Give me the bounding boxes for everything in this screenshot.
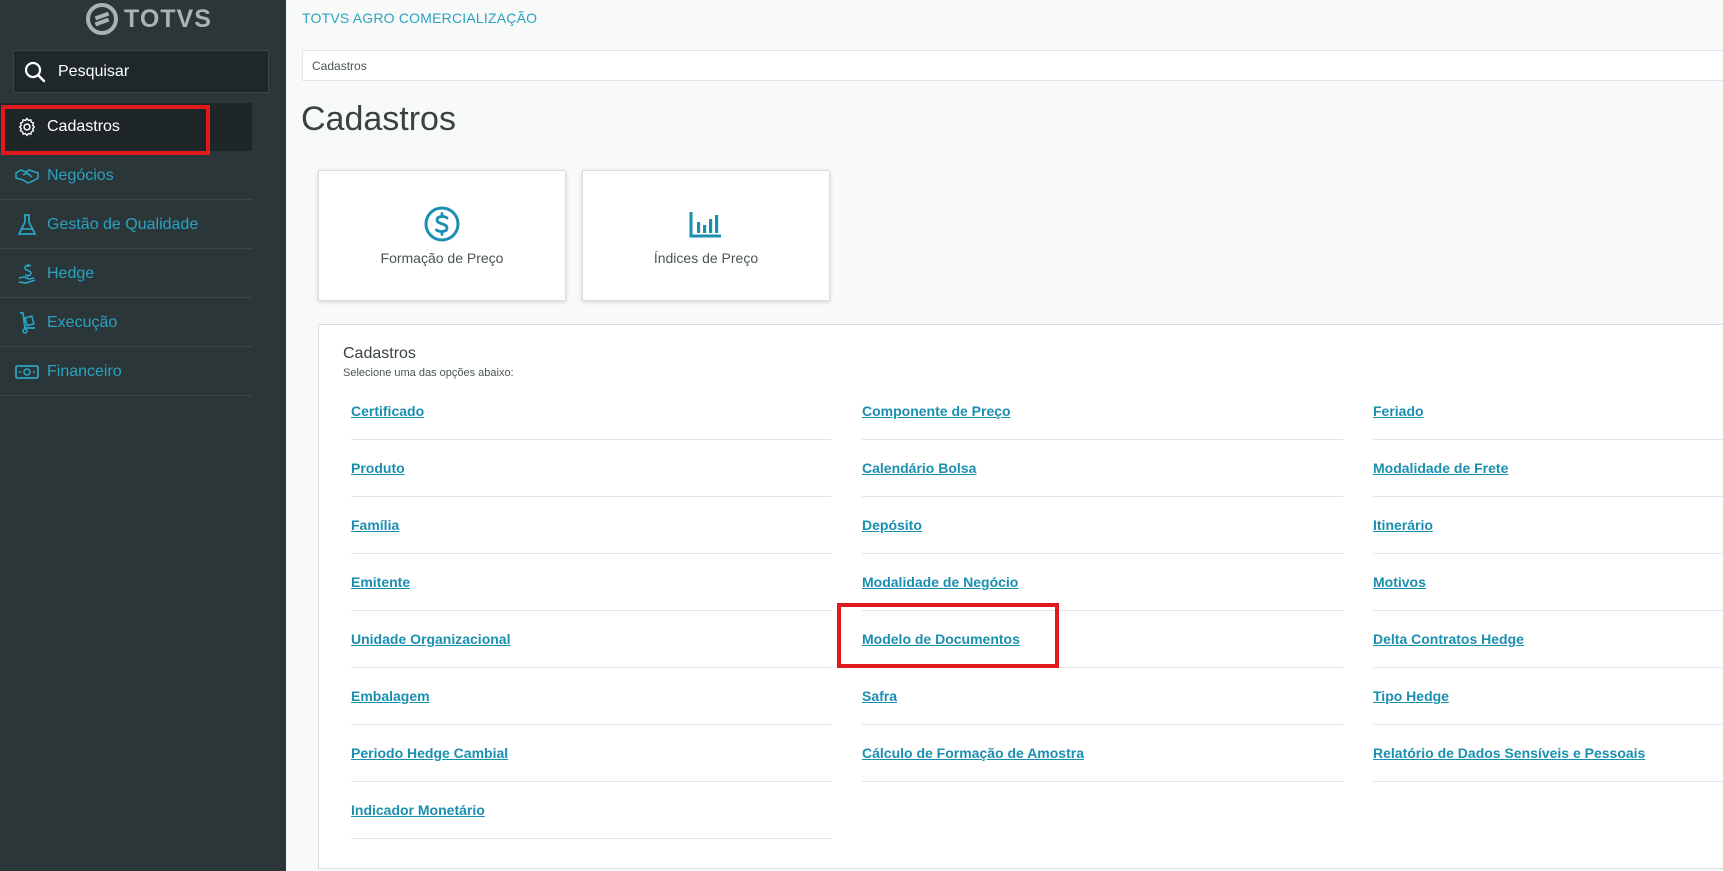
link-emitente[interactable]: Emitente [351,574,410,590]
list-item: Certificado [351,383,831,440]
link-itinerario[interactable]: Itinerário [1373,517,1433,533]
logo-text: TOTVS [124,4,212,33]
link-motivos[interactable]: Motivos [1373,574,1426,590]
sidebar-item-hedge[interactable]: Hedge [0,250,252,298]
link-delta-contratos-hedge[interactable]: Delta Contratos Hedge [1373,631,1524,647]
card-label: Índices de Preço [653,249,759,266]
card-formacao-preco[interactable]: Formação de Preço [318,170,566,301]
sidebar-item-label: Execução [47,313,118,331]
highlight-box-modelo-documentos [837,603,1059,668]
list-item: Família [351,497,831,554]
search-icon [24,61,46,82]
hand-truck-icon [14,311,40,334]
link-modalidade-negocio[interactable]: Modalidade de Negócio [862,574,1018,590]
page-title: Cadastros [301,100,456,138]
sidebar-item-label: Gestão de Qualidade [47,215,199,233]
handshake-icon [14,167,40,185]
search-box[interactable]: Pesquisar [13,50,269,93]
link-componente-preco[interactable]: Componente de Preço [862,403,1011,419]
breadcrumb: Cadastros [302,50,1723,81]
banknote-icon [14,364,40,380]
list-item: Componente de Preço [862,383,1343,440]
list-item: Emitente [351,554,831,611]
highlight-box-cadastros [1,105,210,155]
list-item: Unidade Organizacional [351,611,831,668]
list-item: Feriado [1373,383,1723,440]
link-modalidade-frete[interactable]: Modalidade de Frete [1373,460,1508,476]
list-item: Produto [351,440,831,497]
list-item: Motivos [1373,554,1723,611]
list-item: Calendário Bolsa [862,440,1343,497]
card-indices-preco[interactable]: Índices de Preço [582,170,830,301]
sidebar-item-label: Financeiro [47,362,122,380]
dollar-circle-icon [424,206,460,242]
sidebar-item-gestao-qualidade[interactable]: Gestão de Qualidade [0,201,252,249]
panel-subtitle: Selecione uma das opções abaixo: [343,367,514,379]
list-item: Periodo Hedge Cambial [351,725,831,782]
list-item: Modalidade de Frete [1373,440,1723,497]
list-item: Depósito [862,497,1343,554]
list-item: Delta Contratos Hedge [1373,611,1723,668]
link-calculo-formacao-amostra[interactable]: Cálculo de Formação de Amostra [862,745,1084,761]
link-feriado[interactable]: Feriado [1373,403,1424,419]
link-calendario-bolsa[interactable]: Calendário Bolsa [862,460,976,476]
link-periodo-hedge-cambial[interactable]: Periodo Hedge Cambial [351,745,508,761]
link-embalagem[interactable]: Embalagem [351,688,430,704]
list-item: Safra [862,668,1343,725]
cadastros-panel: Cadastros Selecione uma das opções abaix… [318,324,1723,869]
breadcrumb-item[interactable]: Cadastros [312,59,367,73]
link-tipo-hedge[interactable]: Tipo Hedge [1373,688,1449,704]
link-certificado[interactable]: Certificado [351,403,424,419]
sidebar-item-negocios[interactable]: Negócios [0,152,252,200]
panel-title: Cadastros [343,345,416,362]
totvs-logo-icon [86,3,118,35]
link-familia[interactable]: Família [351,517,399,533]
list-item: Itinerário [1373,497,1723,554]
app-title[interactable]: TOTVS AGRO COMERCIALIZAÇÃO [302,10,537,26]
totvs-logo[interactable]: TOTVS [86,2,212,36]
link-safra[interactable]: Safra [862,688,897,704]
sidebar-item-label: Negócios [47,166,114,184]
sidebar-item-financeiro[interactable]: Financeiro [0,348,252,396]
bar-chart-icon [689,206,723,242]
list-item: Cálculo de Formação de Amostra [862,725,1343,782]
main-content: TOTVS AGRO COMERCIALIZAÇÃO Cadastros Cad… [286,0,1723,871]
link-relatorio-dados-sensiveis[interactable]: Relatório de Dados Sensíveis e Pessoais [1373,745,1645,761]
search-label: Pesquisar [58,62,130,80]
link-produto[interactable]: Produto [351,460,405,476]
list-item: Embalagem [351,668,831,725]
sidebar-item-execucao[interactable]: Execução [0,299,252,347]
flask-icon [14,213,40,236]
link-indicador-monetario[interactable]: Indicador Monetário [351,802,485,818]
hand-dollar-icon [14,263,40,285]
list-item: Tipo Hedge [1373,668,1723,725]
link-deposito[interactable]: Depósito [862,517,922,533]
card-label: Formação de Preço [380,249,504,266]
list-item: Relatório de Dados Sensíveis e Pessoais [1373,725,1723,782]
sidebar-item-label: Hedge [47,264,95,282]
list-item: Indicador Monetário [351,782,831,839]
link-unidade-organizacional[interactable]: Unidade Organizacional [351,631,510,647]
